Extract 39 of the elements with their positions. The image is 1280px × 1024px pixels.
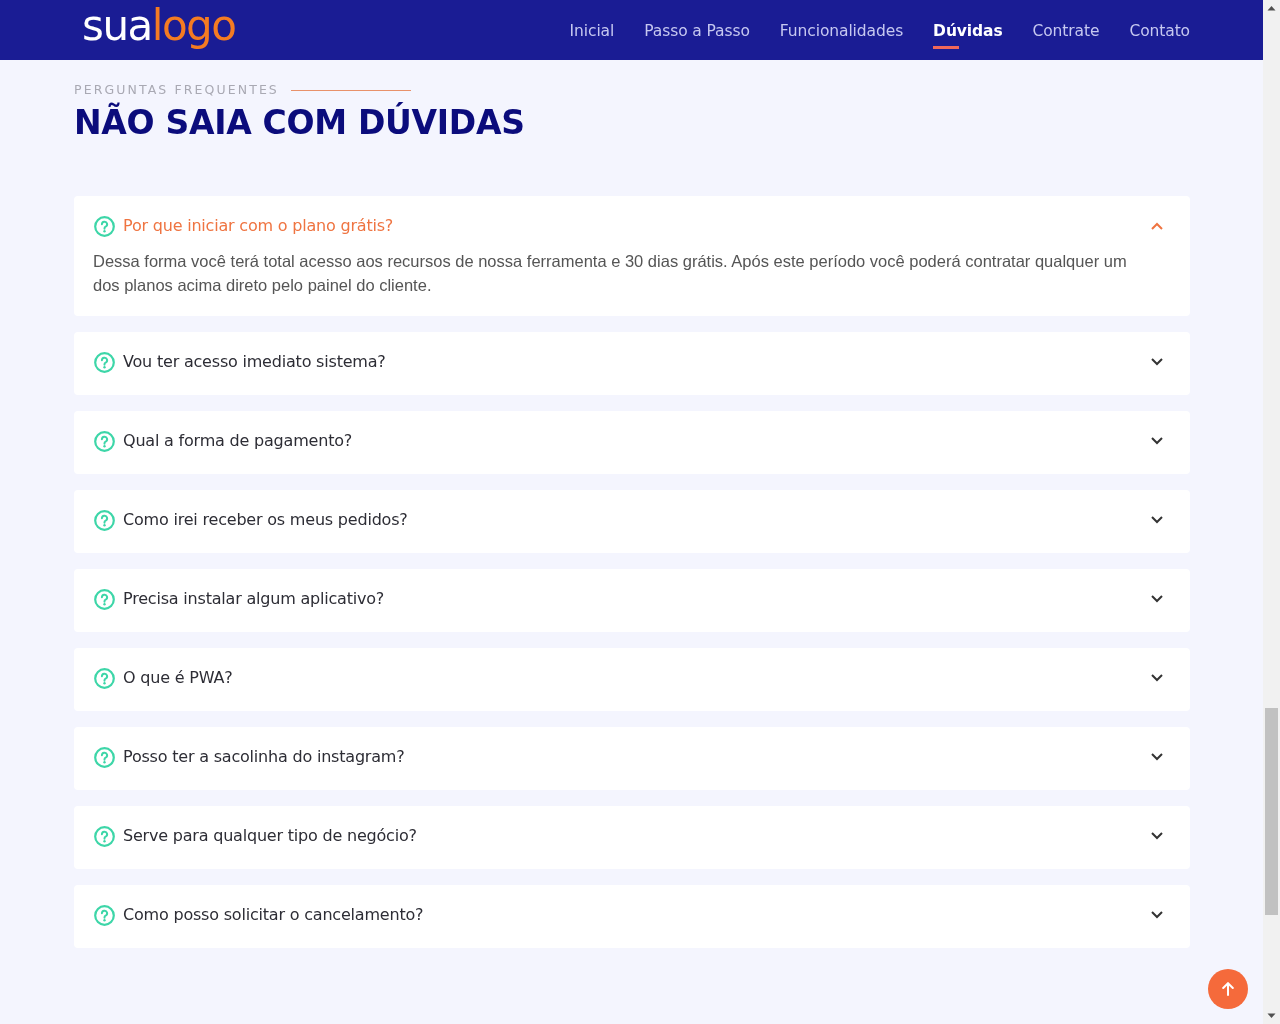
faq-answer: Dessa forma você terá total acesso aos recursos de nossa ferramenta e 30 dias grátis. Após este período você poderá contratar qualquer um dos planos acima direto pelo painel do cliente. <box>92 251 1128 296</box>
faq-question[interactable]: Serve para qualquer tipo de negócio? <box>74 806 1190 869</box>
question-circle-icon <box>94 509 115 531</box>
logo[interactable]: sualogo <box>82 5 236 55</box>
faq-question[interactable]: Qual a forma de pagamento? <box>74 411 1190 474</box>
section-title: NÃO SAIA COM DÚVIDAS <box>74 103 526 143</box>
scrollbar-thumb[interactable] <box>1265 708 1278 915</box>
arrow-up-icon <box>1222 982 1234 996</box>
nav-link[interactable]: Inicial <box>569 11 615 49</box>
question-circle-icon <box>94 588 115 610</box>
question-circle-icon <box>94 215 115 237</box>
question-circle-icon <box>94 746 115 768</box>
faq-question[interactable]: Como posso solicitar o cancelamento? <box>74 885 1190 948</box>
faq-question[interactable]: Como irei receber os meus pedidos? <box>74 490 1190 553</box>
faq-question[interactable]: Vou ter acesso imediato sistema? <box>74 332 1190 395</box>
question-circle-icon <box>94 667 115 689</box>
nav-link[interactable]: Contato <box>1129 11 1190 49</box>
chevron-down-icon <box>1151 595 1163 603</box>
question-circle-icon <box>94 430 115 452</box>
question-circle-icon <box>94 904 115 926</box>
scrollbar[interactable] <box>1263 0 1280 1024</box>
question-circle-icon <box>94 825 115 847</box>
chevron-down-icon <box>1151 358 1163 366</box>
section-eyebrow: PERGUNTAS FREQUENTES <box>74 82 279 98</box>
question-circle-icon <box>94 351 115 373</box>
faq-question[interactable]: O que é PWA? <box>74 648 1190 711</box>
chevron-down-icon <box>1151 516 1163 524</box>
nav-link[interactable]: Contrate <box>1032 11 1100 49</box>
chevron-down-icon <box>1151 753 1163 761</box>
chevron-down-icon <box>1151 674 1163 682</box>
faq-question[interactable]: Precisa instalar algum aplicativo? <box>74 569 1190 632</box>
nav-link[interactable]: Funcionalidades <box>779 11 904 49</box>
back-to-top-button[interactable] <box>1208 969 1248 1009</box>
nav-link[interactable]: Passo a Passo <box>644 11 750 49</box>
chevron-up-icon <box>1151 222 1163 230</box>
chevron-down-icon <box>1151 437 1163 445</box>
chevron-down-icon <box>1151 832 1163 840</box>
faq-question[interactable]: Posso ter a sacolinha do instagram? <box>74 727 1190 790</box>
chevron-down-icon <box>1151 911 1163 919</box>
